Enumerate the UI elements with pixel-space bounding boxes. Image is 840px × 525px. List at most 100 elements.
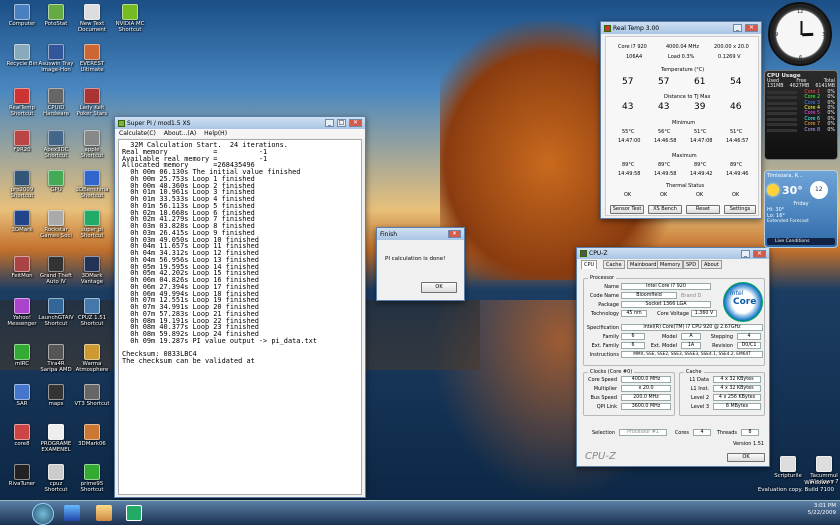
- desktop-icon[interactable]: prime95 Shortcut: [74, 464, 110, 493]
- desktop-icon[interactable]: maps: [38, 384, 74, 407]
- finish-message: PI calculation is done!: [385, 256, 446, 262]
- desktop-icon[interactable]: core8: [4, 424, 40, 447]
- tab-spd[interactable]: SPD: [683, 260, 700, 269]
- app-icon: [48, 130, 64, 146]
- desktop-icon-label: GPU: [50, 187, 62, 193]
- desktop-icon-label: Apex3DC Shortcut: [43, 147, 69, 159]
- desktop-icon[interactable]: RivaTuner: [4, 464, 40, 487]
- rt-min-core1: 55°C: [622, 129, 635, 135]
- intel-core-text: Core: [733, 297, 757, 307]
- menu-help[interactable]: Help(H): [204, 130, 227, 137]
- desktop-icon[interactable]: cpuz Shortcut: [38, 464, 74, 493]
- reset-button[interactable]: Reset: [686, 205, 720, 214]
- superpi-window[interactable]: Super PI / mod1.5 XS _ □ ✕ Calculate(C) …: [114, 116, 366, 498]
- desktop-icon[interactable]: SAR: [4, 384, 40, 407]
- desktop-icon[interactable]: pro2009 Shortcut: [4, 170, 40, 199]
- superpi-titlebar[interactable]: Super PI / mod1.5 XS _ □ ✕: [115, 117, 365, 129]
- realtemp-close-button[interactable]: ✕: [745, 24, 758, 32]
- desktop-icon[interactable]: 3DMark Vantage: [74, 256, 110, 285]
- maximize-button[interactable]: □: [337, 119, 346, 127]
- app-icon: [84, 4, 100, 20]
- desktop-icon[interactable]: Recycle Bin: [4, 44, 40, 67]
- settings-button[interactable]: Settings: [724, 205, 756, 214]
- desktop-icon[interactable]: mIRC: [4, 344, 40, 367]
- app-icon: [48, 44, 64, 60]
- cpuz-ok-button[interactable]: OK: [727, 453, 765, 462]
- cpuz-minimize-button[interactable]: _: [741, 249, 750, 258]
- selection-dropdown[interactable]: Processor #1: [619, 429, 667, 436]
- app-icon: [84, 210, 100, 226]
- desktop-icon[interactable]: FeitMon: [4, 256, 40, 279]
- weather-gadget[interactable]: Timisoara, R... 30° 12 Friday Hi: 30° Lo…: [764, 170, 838, 248]
- menu-calculate[interactable]: Calculate(C): [119, 130, 156, 137]
- desktop-icon[interactable]: LaunchGTAIV Shortcut: [38, 298, 74, 327]
- finish-dialog[interactable]: Finish ✕ PI calculation is done! OK: [376, 227, 465, 301]
- desktop-icon[interactable]: CPUZ 1.51 Shortcut: [74, 298, 110, 327]
- desktop-icon[interactable]: 3DMark: [4, 210, 40, 233]
- multiplier-label: Multiplier: [593, 386, 617, 392]
- tab-mainboard[interactable]: Mainboard: [627, 260, 660, 269]
- weather-forecast-link[interactable]: Extended Forecast: [767, 219, 835, 224]
- realtemp-window[interactable]: Real Temp 3.00 _ ✕ Core i7 920 4000.04 M…: [600, 21, 762, 219]
- desktop-icon[interactable]: NVIDIA MC Shortcut: [112, 4, 148, 33]
- desktop-icon[interactable]: F9R20: [4, 130, 40, 153]
- desktop-icon[interactable]: 3DMark06: [74, 424, 110, 447]
- desktop-icon[interactable]: CPUID Hardware: [38, 88, 74, 117]
- cpuz-window[interactable]: CPU-Z _ ✕ CPU Cache Mainboard Memory SPD…: [576, 247, 770, 467]
- app-icon: [14, 298, 30, 314]
- desktop-icon[interactable]: Rockstar Games Soci: [38, 210, 74, 239]
- tab-about[interactable]: About: [701, 260, 722, 269]
- selection-label: Selection: [591, 430, 615, 436]
- desktop-icon[interactable]: GPU: [38, 170, 74, 193]
- finish-close-button[interactable]: ✕: [448, 230, 461, 238]
- desktop-icon[interactable]: Warma Atmosphere: [74, 344, 110, 373]
- superpi-taskbar-icon[interactable]: [126, 505, 142, 521]
- explorer-folder-icon[interactable]: [96, 505, 112, 521]
- desktop-icon[interactable]: New Text Document: [74, 4, 110, 33]
- desktop-icon[interactable]: Lady Kelt Poker Stars: [74, 88, 110, 117]
- superpi-output-area[interactable]: 32M Calculation Start. 24 iterations. Re…: [118, 139, 362, 495]
- desktop-icon[interactable]: Grand Theft Auto IV: [38, 256, 74, 285]
- desktop-icon[interactable]: Yahoo! Messenger: [4, 298, 40, 327]
- internet-explorer-icon[interactable]: [64, 505, 80, 521]
- desktop-icon-label: F9R20: [13, 147, 31, 153]
- desktop-icon[interactable]: EVEREST Ultimate: [74, 44, 110, 73]
- realtemp-minimize-button[interactable]: _: [733, 24, 742, 32]
- tab-cache[interactable]: Cache: [603, 260, 625, 269]
- system-tray[interactable]: 3:01 PM 5/22/2009: [808, 503, 836, 517]
- desktop-icon[interactable]: apple Shortcut: [74, 130, 110, 159]
- tab-memory[interactable]: Memory: [657, 260, 684, 269]
- clock-gadget[interactable]: 12 3 6 9: [768, 2, 832, 66]
- level2-label: Level 2: [691, 395, 709, 401]
- desktop-icon[interactable]: Computer: [4, 4, 40, 27]
- desktop-icon[interactable]: PotoStat: [38, 4, 74, 27]
- weather-live-conditions[interactable]: Live Conditions: [767, 238, 835, 245]
- codename-value: Bloomfield: [621, 292, 677, 299]
- name-value: Intel Core i7 920: [621, 283, 711, 290]
- desktop-icon[interactable]: 3DBenchma Shortcut: [74, 170, 110, 199]
- desktop-icon[interactable]: VT3 Shortcut: [74, 384, 110, 407]
- sensor-test-button[interactable]: Sensor Test: [610, 205, 644, 214]
- rt-mhz: 4000.04 MHz: [666, 44, 699, 50]
- desktop-icon[interactable]: Apex3DC Shortcut: [38, 130, 74, 159]
- minimize-button[interactable]: _: [325, 119, 334, 127]
- desktop-icon[interactable]: super pi Shortcut: [74, 210, 110, 239]
- desktop-icon[interactable]: PROGRAME EXAMENEL: [38, 424, 74, 453]
- xs-bench-button[interactable]: XS Bench: [648, 205, 682, 214]
- tab-cpu[interactable]: CPU: [581, 260, 598, 269]
- cpu-core-bar: [767, 128, 797, 132]
- realtemp-titlebar[interactable]: Real Temp 3.00 _ ✕: [601, 22, 761, 34]
- desktop-icon[interactable]: Scripturile: [770, 456, 806, 479]
- menu-about[interactable]: About...(A): [164, 130, 196, 137]
- cpu-core-bar: [767, 112, 797, 116]
- cpuz-close-button[interactable]: ✕: [753, 249, 766, 258]
- desktop-icon[interactable]: Asuswin Tray Image-Hon: [38, 44, 74, 73]
- cpuz-titlebar[interactable]: CPU-Z _ ✕: [577, 248, 769, 259]
- cpu-usage-gadget[interactable]: CPU Usage Used Free Total 131MB 4627MB 6141M…: [764, 70, 838, 160]
- desktop-icon[interactable]: Tira4R Saripa AMD: [38, 344, 74, 373]
- close-button[interactable]: ✕: [349, 119, 362, 127]
- finish-ok-button[interactable]: OK: [421, 282, 457, 293]
- finish-titlebar[interactable]: Finish ✕: [377, 228, 464, 240]
- start-button[interactable]: [32, 503, 54, 525]
- desktop-icon[interactable]: RealTemp Shortcut: [4, 88, 40, 117]
